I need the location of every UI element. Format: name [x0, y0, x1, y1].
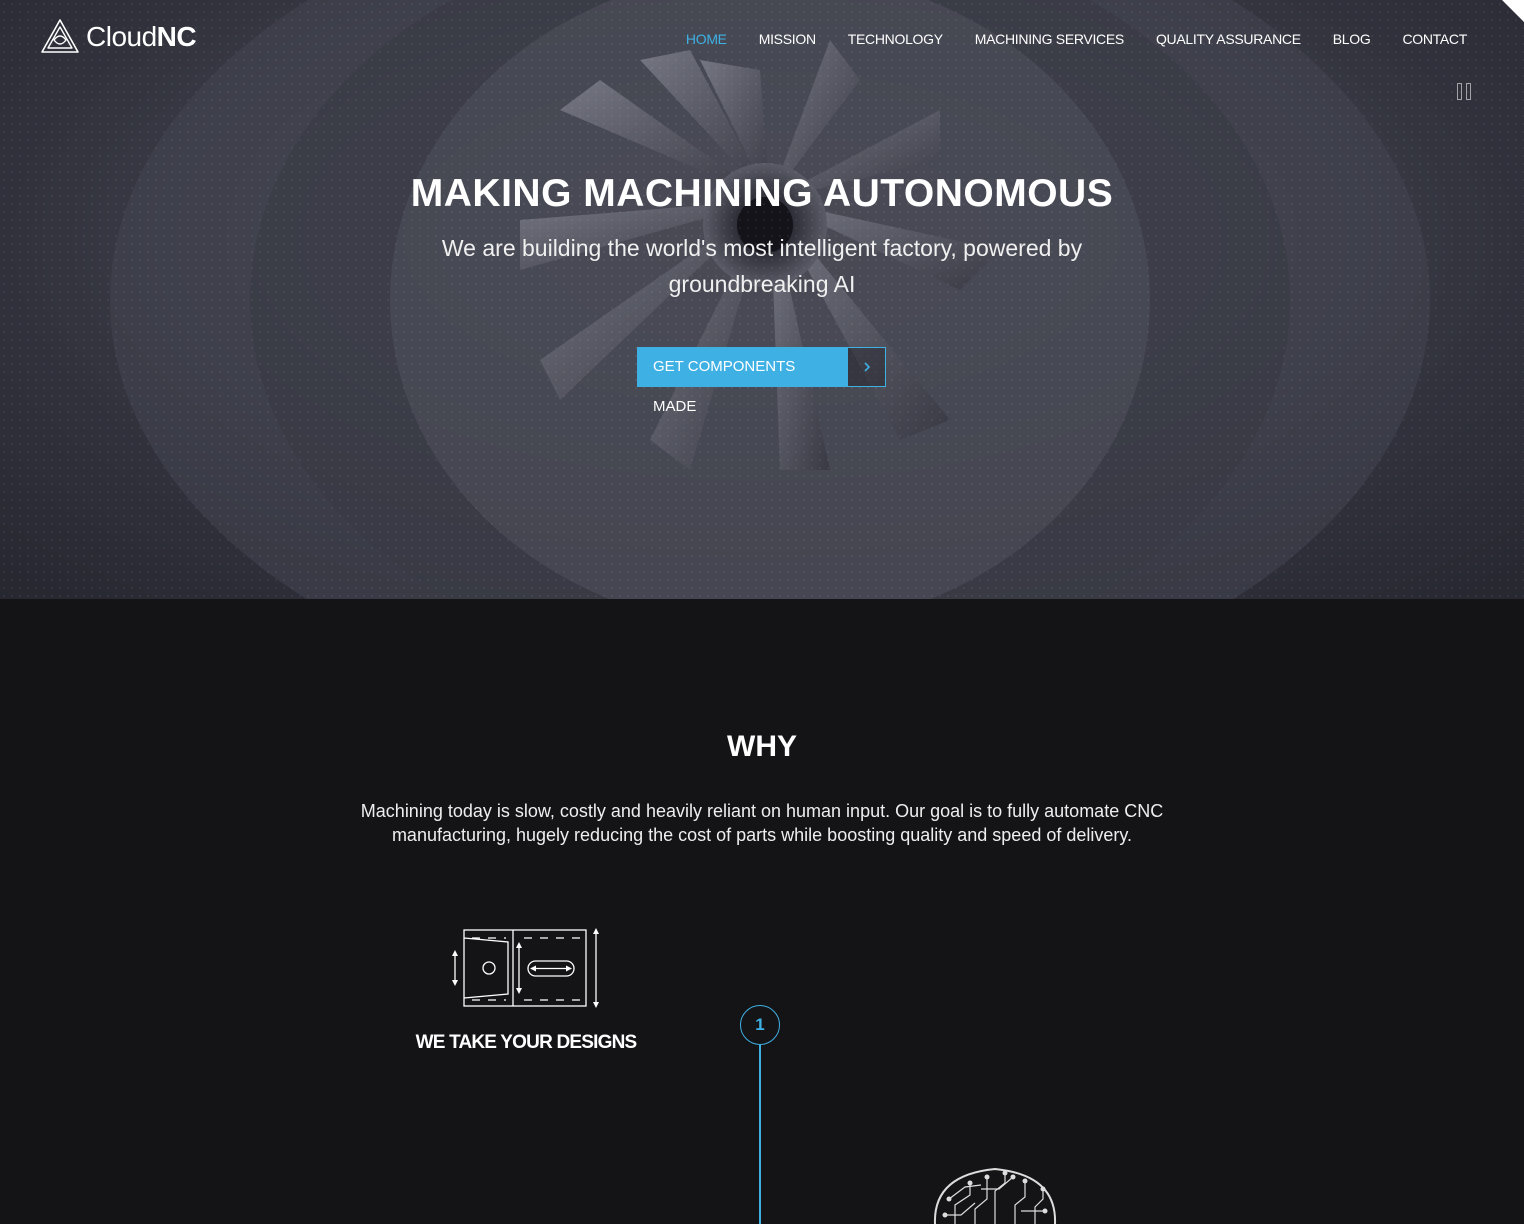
logo-mark-icon	[41, 19, 79, 53]
brand-name: CloudNC	[86, 21, 197, 53]
ai-brain-icon	[933, 1167, 1057, 1224]
brand-name-thin: Cloud	[86, 21, 157, 52]
nav-item-machining-services[interactable]: MACHINING SERVICES	[975, 31, 1124, 47]
brand-name-bold: NC	[156, 21, 197, 52]
chevron-right-icon	[847, 347, 886, 387]
main-nav: HOME MISSION TECHNOLOGY MACHINING SERVIC…	[686, 31, 1467, 47]
get-components-made-button[interactable]: GET COMPONENTS MADE	[637, 347, 886, 415]
hero-section: CloudNC HOME MISSION TECHNOLOGY MACHININ…	[0, 0, 1524, 599]
design-drawing-icon	[452, 928, 599, 1008]
hero-title: MAKING MACHINING AUTONOMOUS	[410, 172, 1114, 215]
cta-label: GET COMPONENTS MADE	[637, 347, 847, 415]
why-description: Machining today is slow, costly and heav…	[360, 801, 1164, 845]
nav-item-blog[interactable]: BLOG	[1333, 31, 1371, 47]
hero-subtitle: We are building the world's most intelli…	[441, 235, 1083, 297]
corner-fold-decoration	[1502, 0, 1524, 22]
step-1-label: WE TAKE YOUR DESIGNS	[415, 1032, 638, 1053]
pause-icon[interactable]	[1457, 83, 1473, 101]
step-1-number-badge: 1	[740, 1005, 780, 1045]
timeline-line	[759, 1045, 761, 1224]
cloudnc-logo[interactable]: CloudNC	[40, 17, 197, 57]
why-heading: WHY	[727, 730, 797, 763]
nav-item-contact[interactable]: CONTACT	[1402, 31, 1467, 47]
nav-item-home[interactable]: HOME	[686, 31, 727, 47]
nav-item-quality-assurance[interactable]: QUALITY ASSURANCE	[1156, 31, 1301, 47]
nav-item-technology[interactable]: TECHNOLOGY	[848, 31, 943, 47]
nav-item-mission[interactable]: MISSION	[759, 31, 816, 47]
